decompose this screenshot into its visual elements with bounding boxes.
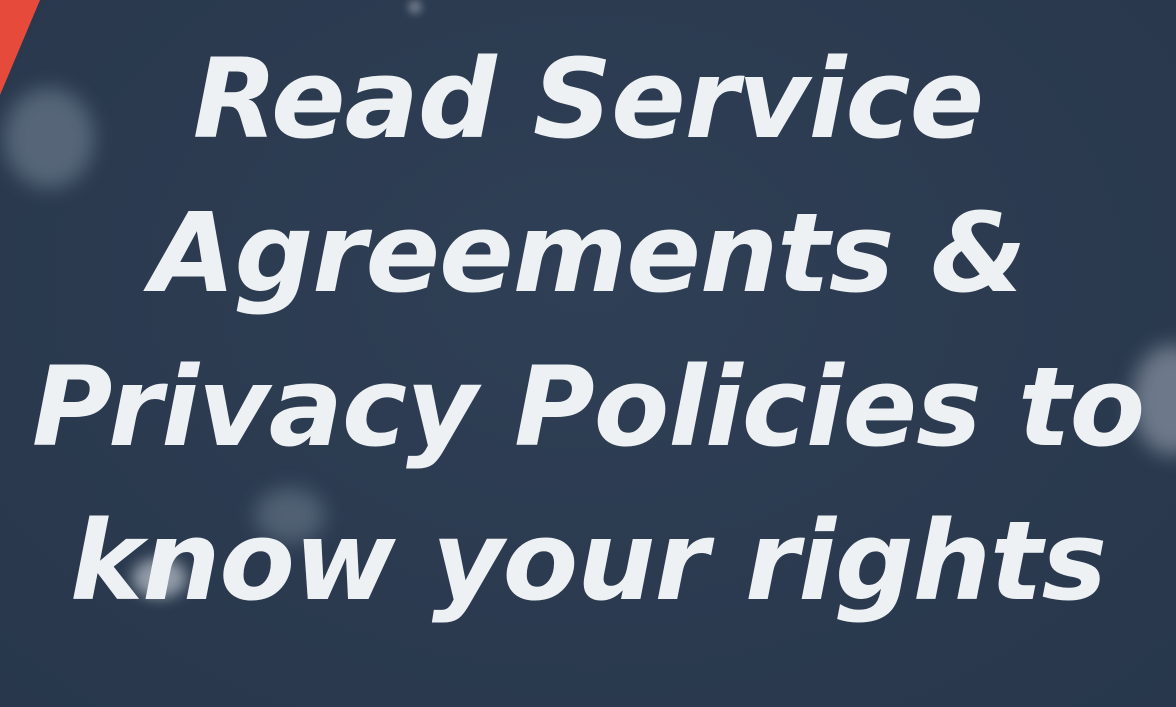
poster-canvas: Read Service Agreements & Privacy Polici… xyxy=(0,0,1176,707)
headline-line: know your rights xyxy=(69,497,1107,625)
headline-line: Agreements & xyxy=(150,189,1026,317)
headline-line: Read Service xyxy=(192,35,984,163)
headline: Read Service Agreements & Privacy Polici… xyxy=(0,22,1176,638)
headline-line: Privacy Policies to xyxy=(31,343,1145,471)
bokeh-light xyxy=(408,0,422,14)
